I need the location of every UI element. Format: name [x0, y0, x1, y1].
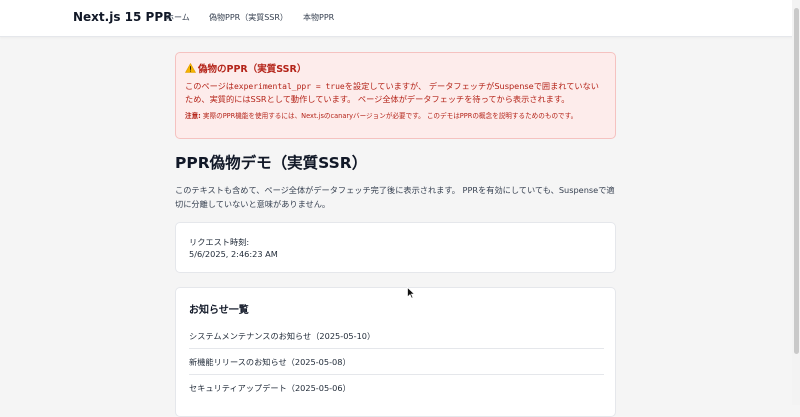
alert-title-row: 偽物のPPR（実質SSR） [185, 61, 606, 75]
alert-body: このページはexperimental_ppr = trueを設定していますが、 … [185, 80, 606, 106]
news-item[interactable]: セキュリティアップデート（2025-05-06） [189, 375, 604, 401]
request-time-card: リクエスト時刻: 5/6/2025, 2:46:23 AM [175, 222, 616, 273]
nav-link-real-ppr[interactable]: 本物PPR [303, 12, 334, 23]
alert-note-label: 注意: [185, 112, 201, 120]
scrollbar-thumb[interactable] [794, 8, 799, 354]
news-card: お知らせ一覧 システムメンテナンスのお知らせ（2025-05-10） 新機能リリ… [175, 287, 616, 417]
news-item[interactable]: 新機能リリースのお知らせ（2025-05-08） [189, 349, 604, 375]
warning-alert: 偽物のPPR（実質SSR） このページはexperimental_ppr = t… [175, 52, 616, 139]
alert-note: 注意: 実際のPPR機能を使用するには、Next.jsのcanaryバージョンが… [185, 111, 606, 121]
intro-text: このテキストも含めて、ページ全体がデータフェッチ完了後に表示されます。 PPRを… [175, 185, 615, 209]
page-title: PPR偽物デモ（実質SSR） [175, 154, 368, 172]
nav-link-home[interactable]: ホーム [166, 12, 190, 23]
browser-viewport: Next.js 15 PPR ホーム 偽物PPR（実質SSR） 本物PPR 偽物… [0, 0, 800, 417]
mouse-cursor-icon [407, 284, 416, 299]
brand-logo-text[interactable]: Next.js 15 PPR [73, 10, 172, 24]
alert-body-pre: このページは [185, 81, 234, 91]
news-list: システムメンテナンスのお知らせ（2025-05-10） 新機能リリースのお知らせ… [189, 323, 604, 401]
request-time-label: リクエスト時刻: [189, 237, 250, 247]
news-item[interactable]: システムメンテナンスのお知らせ（2025-05-10） [189, 323, 604, 349]
alert-note-text: 実際のPPR機能を使用するには、Next.jsのcanaryバージョンが必要です… [200, 112, 578, 120]
alert-body-code: experimental_ppr = true [233, 82, 345, 91]
vertical-scrollbar[interactable] [792, 0, 800, 405]
top-navbar: Next.js 15 PPR ホーム 偽物PPR（実質SSR） 本物PPR [0, 0, 800, 37]
alert-title: 偽物のPPR（実質SSR） [198, 64, 307, 75]
nav-link-fake-ppr[interactable]: 偽物PPR（実質SSR） [209, 12, 288, 23]
news-heading: お知らせ一覧 [189, 305, 249, 316]
request-time-value: 5/6/2025, 2:46:23 AM [189, 249, 278, 259]
warning-icon [185, 63, 196, 73]
